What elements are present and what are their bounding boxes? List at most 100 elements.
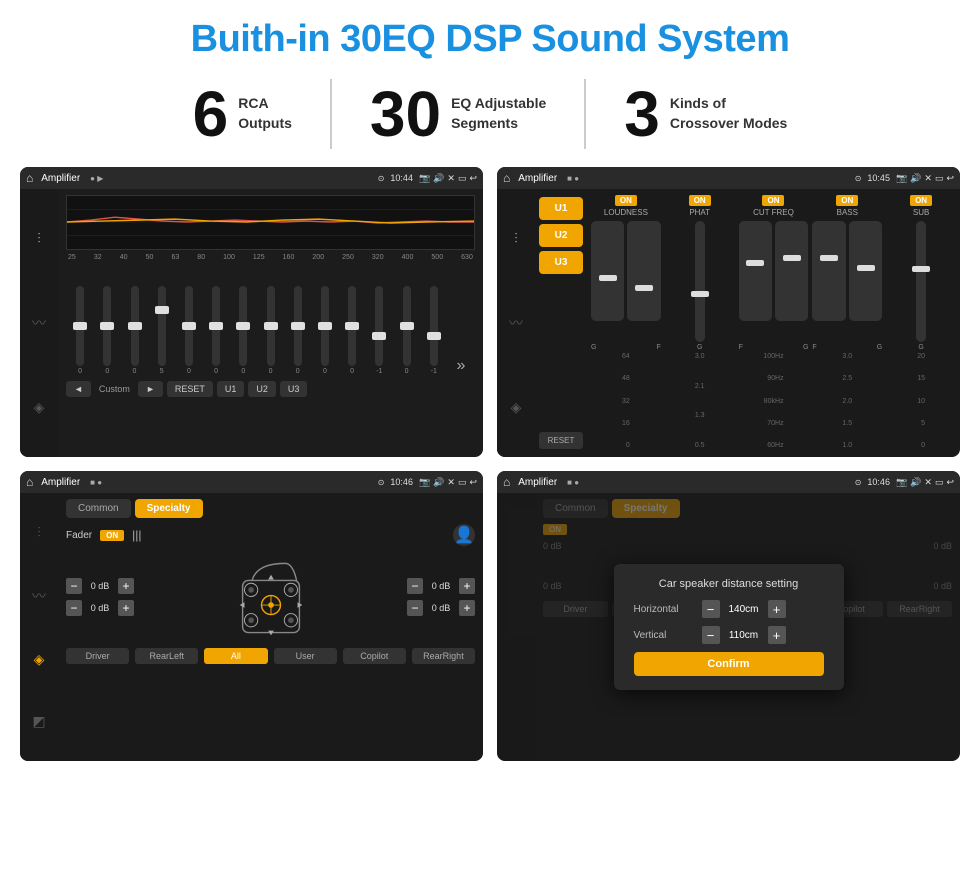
eq-next-button[interactable]: ► xyxy=(138,381,163,397)
eq-slider-2: 0 xyxy=(95,286,119,375)
fader-on-badge: ON xyxy=(100,530,124,541)
fader-right-bot-val: 0 dB xyxy=(427,603,455,613)
minimize-icon: ▭ xyxy=(458,173,467,184)
feature-eq: 30 EQ Adjustable Segments xyxy=(332,82,584,146)
amp-status-icons: 📷🔊✕▭↩ xyxy=(896,173,954,184)
cutfreq-slider-2[interactable] xyxy=(775,221,808,321)
amp-u3-button[interactable]: U3 xyxy=(539,251,583,274)
fader-tab-specialty[interactable]: Specialty xyxy=(135,499,203,518)
eq-u1-button[interactable]: U1 xyxy=(217,381,245,397)
amp-speaker-icon[interactable]: ◈ xyxy=(511,399,522,416)
sub-slider[interactable] xyxy=(916,221,926,342)
eq-u3-button[interactable]: U3 xyxy=(280,381,308,397)
fader-content: ⫶ 〰 ◈ ◩ Common Specialty Fader ON ||| 👤 xyxy=(20,493,483,761)
eq-speaker-icon[interactable]: ◈ xyxy=(20,391,58,424)
fader-tab-common[interactable]: Common xyxy=(66,499,131,518)
dialog-vertical-val: 110cm xyxy=(724,630,764,641)
fader-all-btn[interactable]: All xyxy=(204,648,267,664)
fader-left-top-plus[interactable]: + xyxy=(118,578,134,594)
fader-filter-icon[interactable]: ⫶ xyxy=(37,524,41,541)
bass-freq: 3.02.52.01.51.0 xyxy=(842,351,852,451)
dialog-vertical-ctrl: − 110cm + xyxy=(702,626,786,644)
amp-u1-button[interactable]: U1 xyxy=(539,197,583,220)
fader-right-top-ctrl: − 0 dB + xyxy=(407,578,475,594)
cutfreq-on-badge: ON xyxy=(762,195,784,206)
dialog-screen: ⌂ Amplifier ■ ● ⊙ 10:46 📷🔊✕▭↩ Common Spe… xyxy=(497,471,960,761)
feature-rca-text: RCA Outputs xyxy=(238,94,292,133)
amp-filter-icon[interactable]: ⫶ xyxy=(514,230,518,247)
amp-status-bar: ⌂ Amplifier ■ ● ⊙ 10:45 📷🔊✕▭↩ xyxy=(497,167,960,189)
loudness-slider-1[interactable] xyxy=(591,221,624,321)
eq-reset-button[interactable]: RESET xyxy=(167,381,213,397)
eq-slider-13: 0 xyxy=(394,286,418,375)
bass-slider-1[interactable] xyxy=(812,221,845,321)
eq-wave-icon[interactable]: 〰 xyxy=(20,305,58,341)
fader-driver-btn[interactable]: Driver xyxy=(66,648,129,664)
fader-copilot-btn[interactable]: Copilot xyxy=(343,648,406,664)
fader-right-col: − 0 dB + − 0 dB + xyxy=(407,578,475,616)
dialog-vertical-label: Vertical xyxy=(634,630,694,641)
fader-rearleft-btn[interactable]: RearLeft xyxy=(135,648,198,664)
eq-u2-button[interactable]: U2 xyxy=(248,381,276,397)
phat-slider[interactable] xyxy=(695,221,705,342)
bass-on-badge: ON xyxy=(836,195,858,206)
fader-left-top-minus[interactable]: − xyxy=(66,578,82,594)
dialog-location-icon: ⊙ xyxy=(855,478,862,487)
dialog-box: Car speaker distance setting Horizontal … xyxy=(614,564,844,690)
eq-controls: ◄ Custom ► RESET U1 U2 U3 xyxy=(66,381,475,397)
back-icon: ↩ xyxy=(469,173,477,184)
fader-screen: ⌂ Amplifier ■ ● ⊙ 10:46 📷🔊✕▭↩ ⫶ 〰 ◈ ◩ Co… xyxy=(20,471,483,761)
fader-left-bot-plus[interactable]: + xyxy=(118,600,134,616)
amp-wave-icon[interactable]: 〰 xyxy=(509,313,523,333)
fader-left-top-val: 0 dB xyxy=(86,581,114,591)
dialog-horizontal-minus[interactable]: − xyxy=(702,600,720,618)
fader-bottom-row: Driver RearLeft All User Copilot RearRig… xyxy=(66,648,475,664)
eq-filter-icon[interactable]: ⫶ xyxy=(20,222,58,255)
amp-reset-button[interactable]: RESET xyxy=(539,432,583,449)
dialog-vertical-row: Vertical − 110cm + xyxy=(634,626,824,644)
dialog-vertical-minus[interactable]: − xyxy=(702,626,720,644)
dialog-horizontal-plus[interactable]: + xyxy=(768,600,786,618)
dialog-confirm-button[interactable]: Confirm xyxy=(634,652,824,676)
amp-channel-sub: ON SUB G 20151050 xyxy=(886,195,956,451)
cutfreq-slider-1[interactable] xyxy=(739,221,772,321)
amp-time: 10:45 xyxy=(867,173,890,183)
eq-home-icon: ⌂ xyxy=(26,171,33,185)
eq-slider-next[interactable]: » xyxy=(449,357,473,375)
dialog-vertical-plus[interactable]: + xyxy=(768,626,786,644)
fader-right-top-plus[interactable]: + xyxy=(459,578,475,594)
fader-label: Fader xyxy=(66,530,92,541)
fader-user-btn[interactable]: User xyxy=(274,648,337,664)
fader-rearright-btn[interactable]: RearRight xyxy=(412,648,475,664)
dialog-title-bar: Amplifier xyxy=(518,477,557,488)
loudness-slider-2[interactable] xyxy=(627,221,660,321)
dialog-overlay: Car speaker distance setting Horizontal … xyxy=(497,493,960,761)
fader-left-bot-minus[interactable]: − xyxy=(66,600,82,616)
amp-channels: ON LOUDNESS GF 644832160 xyxy=(587,189,960,457)
feature-rca-number: 6 xyxy=(193,82,229,146)
feature-rca: 6 RCA Outputs xyxy=(155,82,330,146)
amp-u2-button[interactable]: U2 xyxy=(539,224,583,247)
loudness-label: LOUDNESS xyxy=(604,208,648,217)
fader-right-bot-ctrl: − 0 dB + xyxy=(407,600,475,616)
sub-label: SUB xyxy=(913,208,929,217)
amp-channel-loudness: ON LOUDNESS GF 644832160 xyxy=(591,195,661,451)
fader-speaker-icon[interactable]: ◈ xyxy=(34,651,45,668)
bass-slider-2[interactable] xyxy=(849,221,882,321)
fader-right-top-minus[interactable]: − xyxy=(407,578,423,594)
fader-right-top-val: 0 dB xyxy=(427,581,455,591)
sub-freq: 20151050 xyxy=(917,351,925,451)
eq-mode-label: Custom xyxy=(95,381,134,397)
fader-right-bot-minus[interactable]: − xyxy=(407,600,423,616)
fader-right-bot-plus[interactable]: + xyxy=(459,600,475,616)
eq-prev-button[interactable]: ◄ xyxy=(66,381,91,397)
fader-volume-icon[interactable]: ◩ xyxy=(32,713,45,730)
dialog-box-title: Car speaker distance setting xyxy=(634,578,824,590)
page-title: Buith-in 30EQ DSP Sound System xyxy=(0,0,980,75)
phat-label: PHAT xyxy=(689,208,710,217)
amp-content: ⫶ 〰 ◈ U1 U2 U3 RESET ON LOUDNESS xyxy=(497,189,960,457)
screens-grid: ⌂ Amplifier ● ▶ ⊙ 10:44 📷 🔊 ✕ ▭ ↩ ⫶ 〰 ◈ xyxy=(0,167,980,771)
fader-wave-icon[interactable]: 〰 xyxy=(32,586,46,606)
eq-content: ⫶ 〰 ◈ xyxy=(20,189,483,457)
phat-on-badge: ON xyxy=(689,195,711,206)
